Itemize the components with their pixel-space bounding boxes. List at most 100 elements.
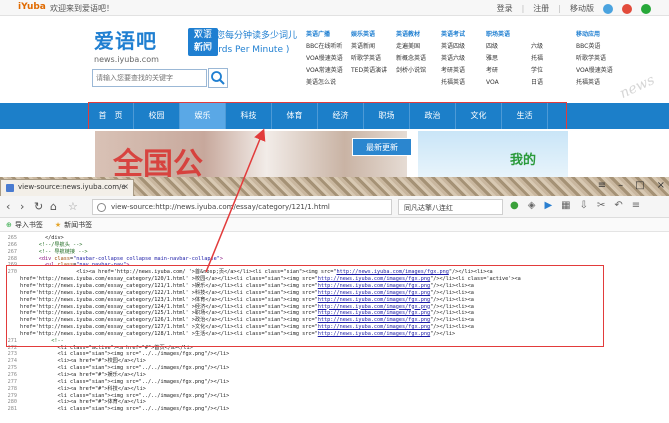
close-tab-icon[interactable]: × [122, 182, 129, 191]
banner-ad-text: 我的 [510, 153, 537, 168]
browser-search-text: 同凡达擎八连红 [404, 204, 453, 212]
minimize-icon[interactable]: – [618, 180, 623, 191]
site-search-input[interactable] [93, 70, 203, 86]
source-line: <li class="sian"><img src="../../images/… [20, 406, 230, 413]
source-line: <li><a href="#">科技</a></li> [20, 385, 146, 392]
menu-link[interactable]: 英语六级 [441, 53, 480, 65]
menu-link[interactable]: 走遍美国 [396, 41, 435, 53]
source-line: </div> [20, 235, 64, 241]
menu-link[interactable]: VOA常速英语 [306, 65, 345, 77]
source-line: <li><a href="#">校园</a></li> [20, 358, 146, 365]
menu-column: 六级 托福 学位 日语 [531, 29, 570, 89]
address-text: view-source:http://news.iyuba.com/essay/… [111, 203, 330, 211]
toolbar-tools: ● ◈ ▶ ▦ ⇩ ✂ ↶ ≡ [510, 200, 640, 211]
code-highlight-box [6, 265, 604, 347]
menu-link[interactable]: 考研英语 [441, 65, 480, 77]
site-search-button[interactable] [208, 68, 228, 88]
shield-icon[interactable]: ◈ [528, 200, 536, 211]
undo-icon[interactable]: ↶ [614, 200, 622, 211]
menu-icon[interactable]: ≡ [598, 180, 606, 191]
menu-link[interactable]: BBC英语 [576, 41, 615, 53]
menu-heading[interactable] [531, 29, 570, 41]
line-number: 266 [7, 241, 17, 248]
menu-link[interactable]: 学位 [531, 65, 570, 77]
line-number: 268 [7, 255, 17, 262]
menu-link[interactable]: 托福 [531, 53, 570, 65]
play-icon[interactable]: ▶ [544, 200, 552, 211]
forward-icon[interactable]: › [20, 200, 24, 213]
menu-link[interactable]: 六级 [531, 41, 570, 53]
menu-column: 英语考试 英语四级 英语六级 考研英语 托福英语 [441, 29, 480, 89]
maximize-icon[interactable]: □ [635, 180, 644, 191]
tab-bar: view-source:news.iyuba.com/e × ≡ – □ × [0, 177, 669, 196]
home-icon[interactable]: ⌂ [50, 200, 57, 213]
menu-link[interactable]: 四级 [486, 41, 525, 53]
menu-link[interactable]: 英语新闻 [351, 41, 390, 53]
menu-link[interactable]: 听歌学英语 [351, 53, 390, 65]
import-icon: ⊕ [6, 220, 12, 229]
address-bar[interactable]: view-source:http://news.iyuba.com/essay/… [92, 199, 392, 215]
chat-icon[interactable]: ● [510, 200, 519, 211]
menu-link[interactable]: 托福英语 [576, 77, 615, 89]
divider: | [558, 4, 561, 13]
wpm-slogan[interactable]: 测测您每分钟读多少词儿 ( Words Per Minute ) [198, 29, 297, 57]
menu-link[interactable]: 听歌学英语 [576, 53, 615, 65]
source-line: <li class="sian"><img src="../../images/… [20, 365, 230, 372]
menu-link[interactable]: BBC在线听听 [306, 41, 345, 53]
close-window-icon[interactable]: × [657, 180, 665, 191]
browser-search-box[interactable]: 同凡达擎八连红 [398, 199, 503, 215]
menu-link[interactable]: VOA慢速英语 [576, 65, 615, 77]
tab-view-source[interactable]: view-source:news.iyuba.com/e × [0, 179, 134, 196]
menu-link[interactable]: 日语 [531, 77, 570, 89]
register-link[interactable]: 注册 [533, 3, 549, 14]
source-line: <li><a href="#">娱乐</a></li> [20, 372, 146, 378]
menu-link[interactable]: 美语怎么说 [306, 77, 345, 89]
menu-link[interactable]: VOA慢速英语 [306, 53, 345, 65]
mobile-link[interactable]: 移动版 [570, 3, 594, 14]
bookmark-label: 新闻书签 [64, 220, 93, 229]
favicon-icon [6, 184, 14, 192]
qq-icon[interactable] [603, 3, 613, 14]
menu-heading[interactable]: 英语广播 [306, 29, 345, 41]
line-number: 281 [7, 406, 17, 413]
menu-link[interactable]: 新概念英语 [396, 53, 435, 65]
bookmark-news[interactable]: ★ 新闻书签 [55, 220, 92, 230]
more-icon[interactable]: ≡ [632, 200, 640, 211]
menu-link[interactable]: 托福英语 [441, 77, 480, 89]
menu-column: 移动应用 BBC英语 听歌学英语 VOA慢速英语 托福英语 [576, 29, 615, 89]
menu-link[interactable]: 剑桥小说馆 [396, 65, 435, 77]
banner-ad[interactable]: 我的 [418, 131, 568, 177]
search-icon [211, 71, 225, 85]
refresh-icon[interactable]: ↻ [34, 200, 43, 213]
star-icon[interactable]: ☆ [68, 200, 78, 213]
menu-heading[interactable]: 英语考试 [441, 29, 480, 41]
line-number: 274 [7, 358, 17, 365]
menu-link[interactable]: VOA [486, 77, 525, 89]
site-logo[interactable]: 爱语吧 双语 新闻 news.iyuba.com [94, 25, 218, 64]
menu-heading[interactable]: 英语教材 [396, 29, 435, 41]
bookmarks-bar: ⊕ 导入书签 ★ 新闻书签 [0, 218, 669, 232]
site-info-icon[interactable] [97, 203, 106, 212]
latest-update-button[interactable]: 最新更新 [352, 138, 412, 156]
back-icon[interactable]: ‹ [6, 200, 10, 213]
cut-icon[interactable]: ✂ [597, 200, 605, 211]
bookmark-import[interactable]: ⊕ 导入书签 [6, 220, 43, 230]
menu-link[interactable]: 考研 [486, 65, 525, 77]
wechat-icon[interactable] [641, 3, 651, 14]
site-mini-logo-text: iYuba [18, 2, 46, 12]
weibo-icon[interactable] [622, 3, 632, 14]
grid-icon[interactable]: ▦ [561, 200, 570, 211]
menu-heading[interactable]: 职场英语 [486, 29, 525, 41]
login-link[interactable]: 登录 [497, 3, 513, 14]
line-number: 279 [7, 392, 17, 399]
news-watermark: news [616, 72, 657, 102]
line-number: 277 [7, 378, 17, 385]
menu-heading[interactable]: 移动应用 [576, 29, 615, 41]
menu-link[interactable]: 英语四级 [441, 41, 480, 53]
menu-link[interactable]: TED英语演讲 [351, 65, 390, 77]
menu-link[interactable]: 雅思 [486, 53, 525, 65]
download-icon[interactable]: ⇩ [580, 200, 588, 211]
window-controls: ≡ – □ × [598, 180, 665, 191]
site-mini-logo[interactable]: iYuba [18, 2, 46, 12]
menu-heading[interactable]: 娱乐英语 [351, 29, 390, 41]
